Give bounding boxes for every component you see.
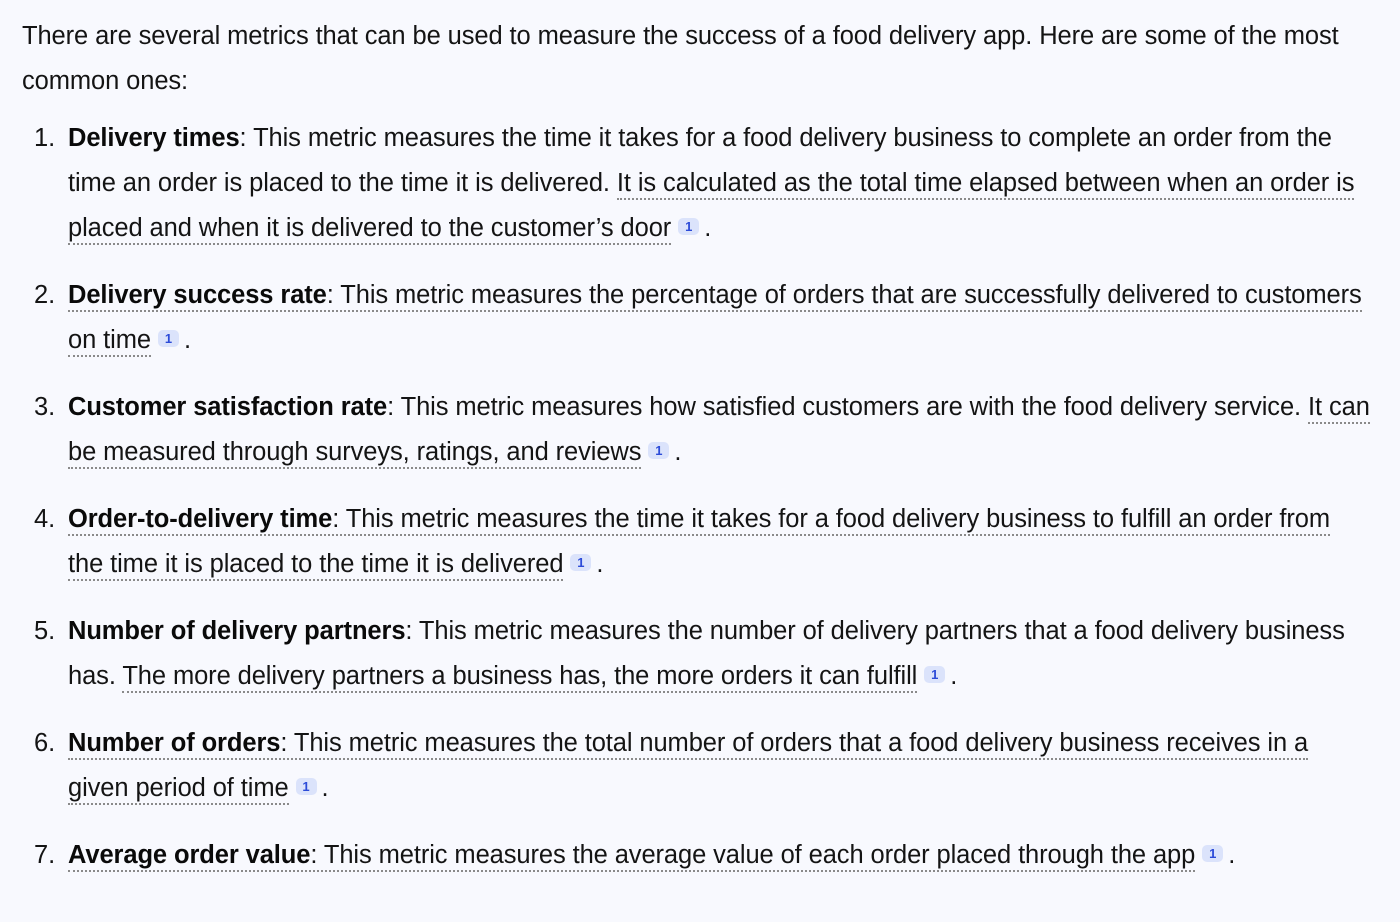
list-item: Delivery success rate: This metric measu… xyxy=(22,273,1370,363)
term-separator: : xyxy=(239,124,254,152)
cited-span[interactable]: Order-to-delivery time: This metric meas… xyxy=(68,505,1330,581)
cited-span[interactable]: Delivery success rate: This metric measu… xyxy=(68,281,1362,357)
list-item: Number of delivery partners: This metric… xyxy=(22,609,1370,699)
cited-span[interactable]: Number of orders: This metric measures t… xyxy=(68,729,1308,805)
sentence-period: . xyxy=(674,438,682,466)
metric-term: Number of orders xyxy=(68,729,281,757)
citation-badge[interactable]: 1 xyxy=(678,217,700,235)
term-separator: : xyxy=(310,841,324,869)
answer-body: There are several metrics that can be us… xyxy=(0,0,1400,878)
sentence-period: . xyxy=(596,550,604,578)
list-item: Delivery times: This metric measures the… xyxy=(22,116,1370,251)
list-item: Customer satisfaction rate: This metric … xyxy=(22,385,1370,475)
sentence-period: . xyxy=(950,662,958,690)
term-separator: : xyxy=(405,617,419,645)
intro-paragraph: There are several metrics that can be us… xyxy=(22,22,1339,95)
metric-description: This metric measures the average value o… xyxy=(323,841,1196,869)
cited-span[interactable]: The more delivery partners a business ha… xyxy=(122,662,917,693)
metric-term: Number of delivery partners xyxy=(68,617,406,645)
list-item: Average order value: This metric measure… xyxy=(22,833,1370,878)
metric-description-plain: This metric measures how satisfied custo… xyxy=(400,393,1309,421)
sentence-period: . xyxy=(183,326,191,354)
citation-badge[interactable]: 1 xyxy=(924,665,946,683)
term-separator: : xyxy=(326,281,341,309)
metric-term: Delivery times xyxy=(68,124,240,152)
citation-badge[interactable]: 1 xyxy=(295,777,317,795)
citation-badge[interactable]: 1 xyxy=(1202,844,1224,862)
metric-term: Delivery success rate xyxy=(68,281,327,309)
citation-badge[interactable]: 1 xyxy=(157,329,179,347)
sentence-period: . xyxy=(321,774,329,802)
term-separator: : xyxy=(332,505,346,533)
metric-term: Average order value xyxy=(68,841,311,869)
sentence-period: . xyxy=(1228,841,1236,869)
cited-span[interactable]: Average order value: This metric measure… xyxy=(68,841,1195,872)
metrics-list: Delivery times: This metric measures the… xyxy=(22,116,1370,878)
list-item: Number of orders: This metric measures t… xyxy=(22,721,1370,811)
term-separator: : xyxy=(387,393,401,421)
citation-badge[interactable]: 1 xyxy=(570,553,592,571)
sentence-period: . xyxy=(704,214,712,242)
list-item: Order-to-delivery time: This metric meas… xyxy=(22,497,1370,587)
term-separator: : xyxy=(280,729,294,757)
metric-term: Order-to-delivery time xyxy=(68,505,333,533)
citation-badge[interactable]: 1 xyxy=(648,441,670,459)
metric-term: Customer satisfaction rate xyxy=(68,393,388,421)
